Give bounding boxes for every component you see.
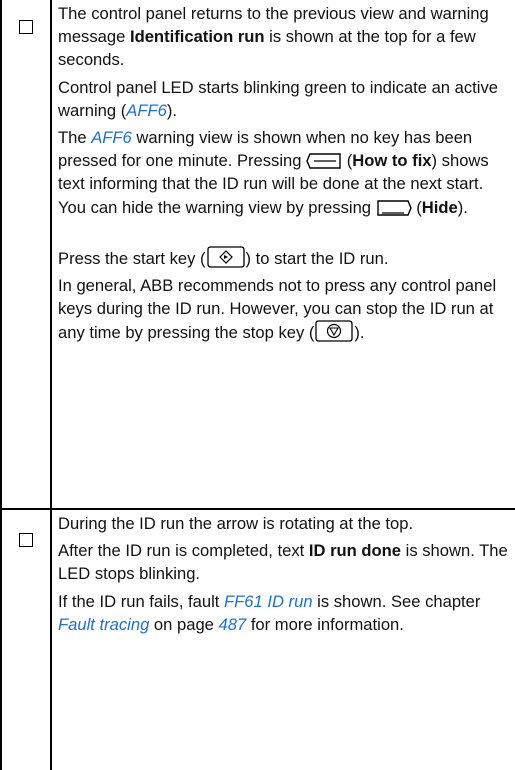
aff6-link[interactable]: AFF6	[91, 128, 132, 147]
step-description: During the ID run the arrow is rotating …	[58, 512, 515, 640]
aff6-link[interactable]: AFF6	[126, 101, 167, 120]
checkbox-icon[interactable]	[19, 533, 33, 547]
paragraph: The AFF6 warning view is shown when no k…	[58, 128, 489, 217]
fault-tracing-link[interactable]: Fault tracing	[58, 615, 149, 634]
paragraph: If the ID run fails, fault FF61 ID run i…	[58, 591, 481, 634]
right-softkey-icon	[376, 199, 412, 217]
start-key-icon	[206, 246, 246, 268]
left-softkey-icon	[306, 152, 342, 170]
paragraph: After the ID run is completed, text ID r…	[58, 541, 508, 584]
paragraph: Press the start key () to start the ID r…	[58, 246, 515, 270]
stop-key-icon	[314, 320, 354, 343]
table-row: The control panel returns to the previou…	[0, 0, 515, 508]
page-link[interactable]: 487	[219, 615, 247, 634]
paragraph: Control panel LED starts blinking green …	[58, 77, 498, 120]
paragraph: The control panel returns to the previou…	[58, 4, 489, 70]
step-description: The control panel returns to the previou…	[58, 2, 515, 349]
ff61-link[interactable]: FF61 ID run	[224, 592, 313, 611]
checkbox-icon[interactable]	[19, 20, 33, 34]
paragraph: In general, ABB recommends not to press …	[58, 276, 497, 343]
table-row: During the ID run the arrow is rotating …	[0, 509, 515, 770]
paragraph: During the ID run the arrow is rotating …	[58, 514, 414, 533]
